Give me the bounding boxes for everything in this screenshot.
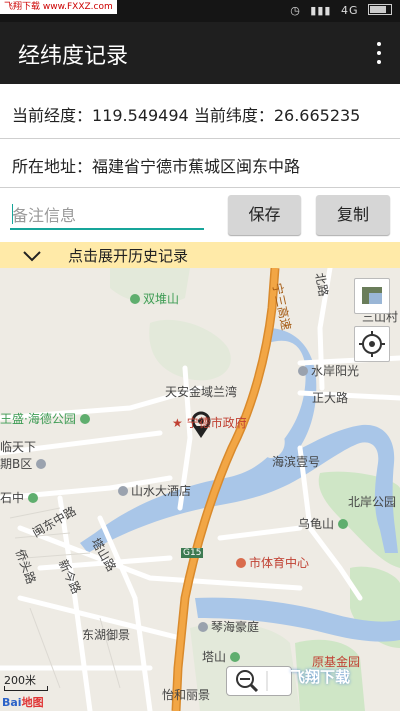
highway-shield: G15	[181, 548, 204, 558]
map-label-haibin: 海滨壹号	[272, 455, 321, 469]
map-label-shuian: 水岸阳光	[298, 362, 359, 379]
note-row: 保存 复制	[0, 188, 400, 240]
chevron-down-icon	[22, 248, 42, 266]
app-bar: 经纬度记录	[0, 22, 400, 84]
zoom-out-icon[interactable]	[227, 667, 291, 695]
map-label-yihe: 怡和丽景	[162, 688, 211, 702]
baidu-logo: Bai地图	[2, 696, 44, 709]
map-label-shizhu: 石中	[0, 489, 41, 506]
lng-label: 当前经度：	[12, 106, 93, 125]
map-view[interactable]: 双堆山 天安金域兰湾 ★ 宁德市政府 水岸阳光 正大路 王盛·海德公园 临天下 …	[0, 268, 400, 711]
map-label-tashan2: 塔山	[202, 648, 243, 665]
coords-row: 当前经度：119.549494 当前纬度：26.665235	[0, 84, 400, 139]
lng-value: 119.549494	[92, 106, 189, 125]
more-vertical-icon[interactable]	[376, 42, 382, 64]
map-label-shanshui: 山水大酒店	[118, 482, 191, 499]
lat-value: 26.665235	[273, 106, 361, 125]
map-label-qinhai: 琴海豪庭	[198, 618, 259, 635]
address-value: 福建省宁德市蕉城区闽东中路	[92, 157, 301, 176]
map-label-beian: 北岸公园	[348, 495, 397, 509]
map-label-wuguishan: 乌龟山	[298, 515, 351, 532]
status-icons: ◷ ▮▮▮ 4G	[285, 3, 392, 17]
save-button[interactable]: 保存	[228, 195, 301, 235]
map-label-tiyu: 市体育中心	[236, 554, 309, 571]
history-toggle[interactable]: 点击展开历史记录	[0, 242, 400, 268]
map-label-tianan: 天安金域兰湾	[165, 385, 238, 399]
alarm-icon: ◷	[290, 4, 301, 17]
lat-label: 当前纬度：	[193, 106, 274, 125]
map-label-zhengda: 正大路	[312, 391, 349, 405]
signal-icon: ▮▮▮	[310, 4, 332, 17]
address-label: 所在地址：	[12, 157, 93, 176]
text-cursor	[12, 204, 13, 224]
map-label-linda1: 临天下	[0, 440, 37, 454]
map-scale-bar	[4, 686, 48, 691]
watermark-logo: 飞翔下载	[290, 668, 351, 686]
battery-icon	[368, 4, 392, 15]
map-label-shuangdui: 双堆山	[130, 290, 179, 307]
address-row: 所在地址：福建省宁德市蕉城区闽东中路	[0, 139, 400, 188]
status-bar: 飞翔下载 www.FXXZ.com ◷ ▮▮▮ 4G	[0, 0, 400, 22]
map-label-haide: 王盛·海德公园	[0, 410, 93, 427]
crosshair-icon	[359, 331, 385, 357]
layers-icon	[362, 287, 382, 304]
app-title: 经纬度记录	[18, 44, 129, 69]
locate-button[interactable]	[354, 326, 390, 362]
address-text: 所在地址：福建省宁德市蕉城区闽东中路	[12, 153, 300, 177]
status-watermark: 飞翔下载 www.FXXZ.com	[0, 0, 117, 14]
network-label: 4G	[340, 4, 359, 17]
note-input[interactable]	[10, 202, 204, 230]
map-label-linda2: 期B区	[0, 455, 49, 472]
map-label-shizhengfu: ★ 宁德市政府	[172, 416, 247, 430]
map-base	[0, 268, 400, 711]
copy-button[interactable]: 复制	[316, 195, 390, 235]
map-label-donghu: 东湖御景	[82, 628, 131, 642]
zoom-controls	[226, 666, 292, 696]
coords-text: 当前经度：119.549494 当前纬度：26.665235	[12, 102, 360, 126]
history-label: 点击展开历史记录	[68, 247, 189, 265]
map-layers-button[interactable]	[354, 278, 390, 314]
